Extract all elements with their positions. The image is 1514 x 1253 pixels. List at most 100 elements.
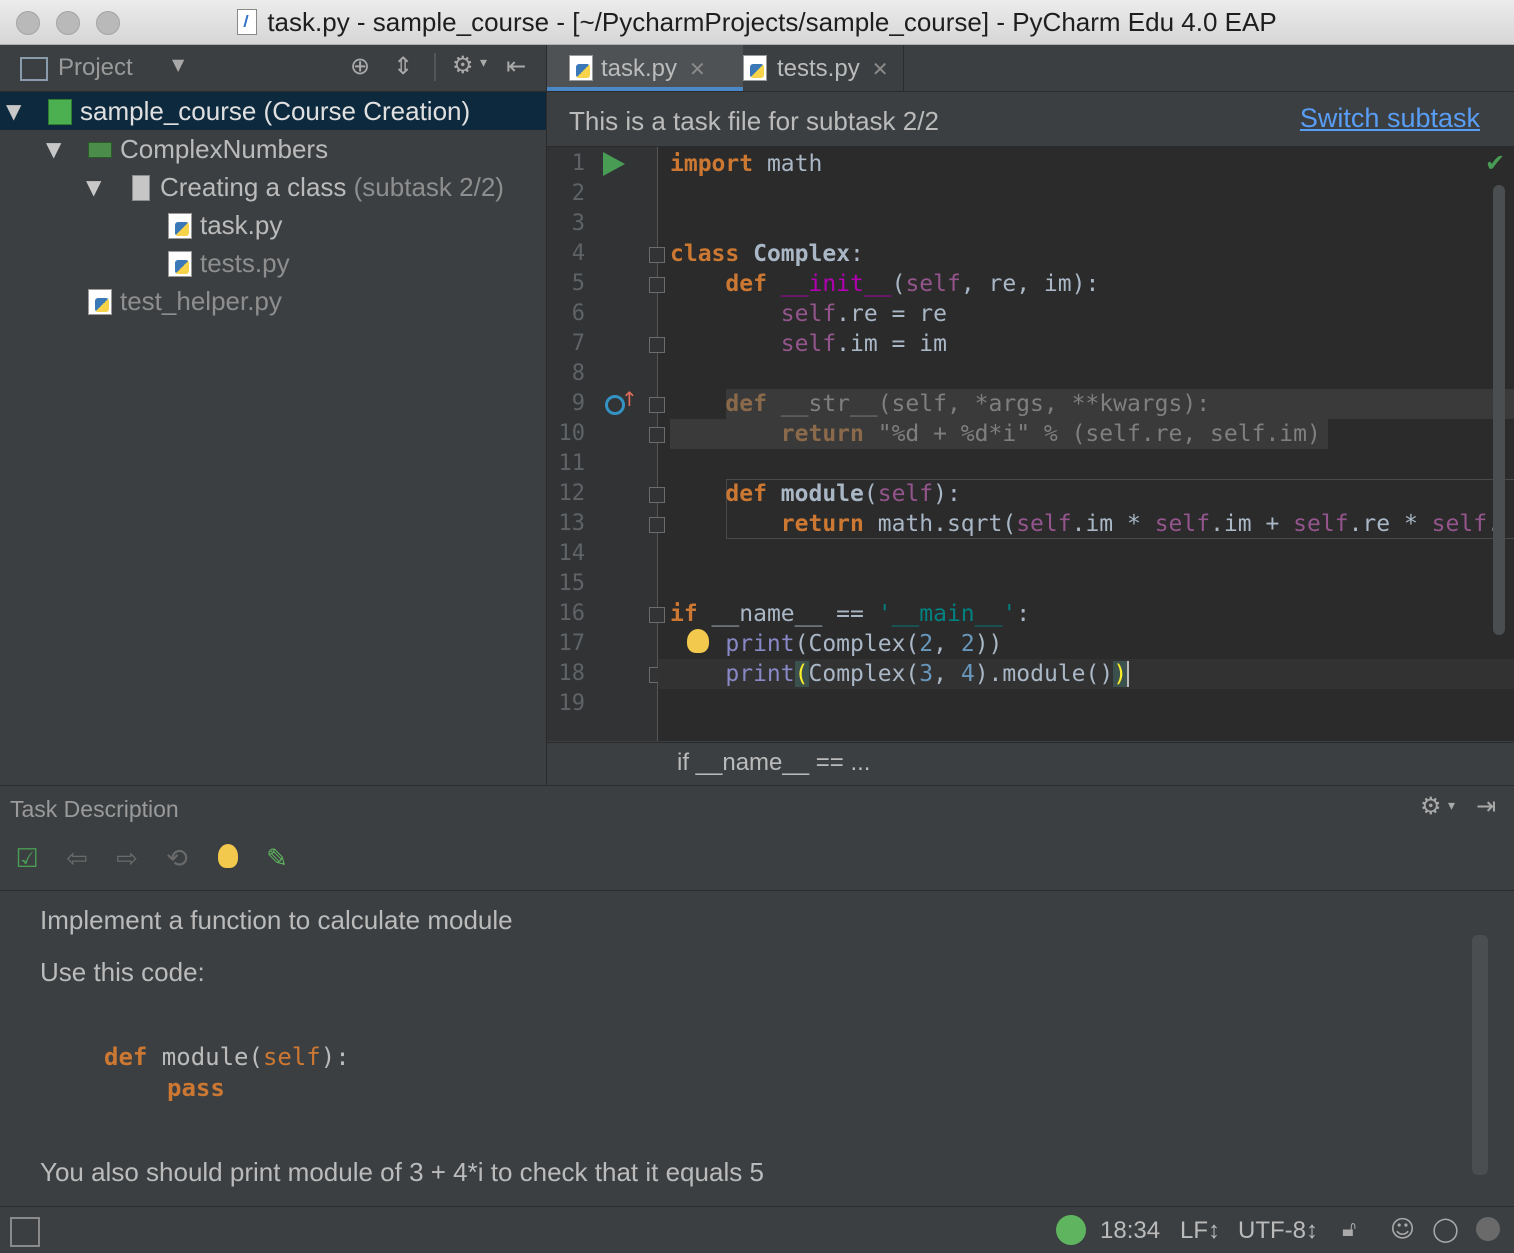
code-line-5[interactable]: def __init__(self, re, im): — [670, 269, 1099, 299]
chevron-down-icon[interactable]: ▼ — [172, 55, 184, 74]
line-number: 11 — [558, 451, 586, 476]
hint-icon[interactable] — [213, 844, 243, 874]
editor-tab-bar: task.py ✕ tests.py ✕ — [547, 45, 1514, 92]
tree-item-label: ComplexNumbers — [120, 134, 329, 164]
tab-task-py[interactable]: task.py ✕ — [547, 45, 743, 91]
inspector-icon[interactable]: ☺ — [1390, 1215, 1415, 1243]
tree-item-label: sample_course (Course Creation) — [80, 92, 470, 130]
event-log-icon[interactable]: ◯ — [1432, 1215, 1459, 1243]
task-description-header: Task Description ⚙ ▾ ⇥ — [0, 785, 1514, 833]
task-code-line: pass — [167, 1074, 225, 1102]
window-title-text: task.py - sample_course - [~/PycharmProj… — [267, 7, 1277, 37]
refresh-task-icon[interactable]: ⟲ — [162, 844, 192, 874]
close-icon[interactable]: ✕ — [872, 57, 889, 81]
project-view-selector[interactable]: Project — [58, 54, 133, 82]
line-separator-selector[interactable]: LF↕ — [1180, 1217, 1220, 1245]
tree-item-complex-numbers[interactable]: ▼ ComplexNumbers — [0, 130, 546, 168]
code-line-18[interactable]: print(Complex(3, 4).module()) — [670, 659, 1130, 689]
locate-icon[interactable]: ⊕ — [350, 52, 370, 80]
edit-pencil-icon[interactable]: ✎ — [262, 844, 292, 874]
fold-marker-icon[interactable] — [649, 397, 665, 413]
chevron-down-icon[interactable]: ▾ — [1448, 798, 1455, 814]
fold-marker-icon[interactable] — [649, 337, 665, 353]
previous-task-icon[interactable]: ⇦ — [62, 844, 92, 874]
lock-icon[interactable]: 🔓︎ — [1342, 1217, 1356, 1242]
tree-item-sample-course[interactable]: ▼ sample_course (Course Creation) — [0, 92, 546, 130]
line-number: 13 — [558, 511, 586, 536]
line-number: 15 — [558, 571, 586, 596]
memory-indicator-icon[interactable] — [1476, 1217, 1500, 1241]
encoding-selector[interactable]: UTF-8↕ — [1238, 1217, 1318, 1245]
fold-marker-icon[interactable] — [649, 517, 665, 533]
task-code-line: def module(self): — [104, 1043, 350, 1071]
code-editor[interactable]: 1 2 3 4 5 6 7 8 9 10 11 12 13 14 15 16 1… — [547, 147, 1514, 741]
caret-position[interactable]: 18:34 — [1100, 1217, 1160, 1245]
expand-arrow-icon[interactable]: ▼ — [86, 168, 101, 206]
gear-icon[interactable]: ⚙ — [1420, 792, 1442, 820]
task-text: Implement a function to calculate module — [40, 905, 513, 935]
code-keyword: def — [104, 1043, 148, 1071]
line-number: 18 — [558, 661, 586, 686]
tool-window-toggle-icon[interactable] — [10, 1217, 40, 1247]
line-number: 12 — [558, 481, 586, 506]
line-number: 10 — [558, 421, 586, 446]
fold-marker-icon[interactable] — [649, 277, 665, 293]
editor-scrollbar[interactable] — [1493, 185, 1505, 635]
code-line-13[interactable]: return math.sqrt(self.im * self.im + sel… — [670, 509, 1501, 539]
code-line-16[interactable]: if __name__ == '__main__': — [670, 599, 1030, 629]
next-task-icon[interactable]: ⇨ — [112, 844, 142, 874]
tree-item-suffix: (Course Creation) — [256, 96, 471, 126]
line-number: 6 — [571, 301, 585, 326]
lightbulb-icon[interactable] — [687, 629, 709, 653]
chevron-down-icon[interactable]: ▾ — [480, 55, 487, 71]
code-line-4[interactable]: class Complex: — [670, 239, 864, 269]
fold-marker-icon[interactable] — [649, 427, 665, 443]
tab-tests-py[interactable]: tests.py ✕ — [743, 45, 903, 91]
tree-item-label: tests.py — [200, 248, 290, 278]
status-bar: 18:34 LF↕ UTF-8↕ 🔓︎ ☺ ◯ — [0, 1206, 1514, 1253]
code-line-12[interactable]: def module(self): — [670, 479, 960, 509]
python-file-icon — [88, 289, 112, 315]
task-banner: This is a task file for subtask 2/2 Swit… — [547, 92, 1514, 147]
fold-marker-icon[interactable] — [649, 247, 665, 263]
tree-item-task-py[interactable]: task.py — [0, 206, 546, 244]
hide-panel-icon[interactable]: ⇤ — [506, 52, 526, 80]
task-description-body: Implement a function to calculate module… — [0, 891, 1514, 1205]
gear-icon[interactable]: ⚙ — [452, 51, 474, 79]
expand-arrow-icon[interactable]: ▼ — [46, 130, 61, 168]
code-line-7[interactable]: self.im = im — [670, 329, 947, 359]
python-file-icon — [237, 9, 258, 35]
task-icon — [132, 175, 150, 201]
task-banner-text: This is a task file for subtask 2/2 — [569, 106, 939, 136]
python-file-icon — [569, 55, 593, 81]
tree-item-test-helper-py[interactable]: test_helper.py — [0, 282, 546, 320]
code-line-6[interactable]: self.re = re — [670, 299, 947, 329]
code-line-17[interactable]: print(Complex(2, 2)) — [670, 629, 1002, 659]
tree-item-creating-a-class[interactable]: ▼ Creating a class (subtask 2/2) — [0, 168, 546, 206]
close-icon[interactable]: ✕ — [689, 57, 706, 81]
collapse-all-icon[interactable]: ⇕ — [393, 52, 413, 80]
fold-marker-icon[interactable] — [649, 487, 665, 503]
task-text: You also should print module of 3 + 4*i … — [40, 1157, 764, 1187]
task-scrollbar[interactable] — [1472, 935, 1488, 1175]
tree-item-label: task.py — [200, 210, 283, 240]
code-self: self — [262, 1043, 321, 1071]
code-line-1[interactable]: import math — [670, 149, 822, 179]
checkmark-icon: ✔ — [1485, 149, 1506, 177]
sync-status-icon[interactable] — [1056, 1215, 1086, 1245]
fold-marker-icon[interactable] — [649, 607, 665, 623]
tree-item-tests-py[interactable]: tests.py — [0, 244, 546, 282]
breadcrumb: if __name__ == ... — [547, 742, 1514, 785]
check-task-icon[interactable]: ☑ — [12, 844, 42, 874]
expand-arrow-icon[interactable]: ▼ — [6, 92, 21, 130]
code-line-9[interactable]: def __str__(self, *args, **kwargs): — [670, 389, 1210, 419]
code-line-10[interactable]: return "%d + %d*i" % (self.re, self.im) — [670, 419, 1321, 449]
breadcrumb-item[interactable]: if __name__ == ... — [677, 749, 870, 777]
switch-subtask-link[interactable]: Switch subtask — [1300, 103, 1480, 134]
course-folder-icon — [48, 99, 72, 125]
arrow-up-icon: ↑ — [621, 387, 638, 411]
run-icon[interactable] — [603, 152, 625, 176]
project-tree: ▼ sample_course (Course Creation) ▼ Comp… — [0, 92, 546, 784]
hide-panel-icon[interactable]: ⇥ — [1476, 792, 1496, 820]
panel-title: Task Description — [10, 796, 179, 822]
